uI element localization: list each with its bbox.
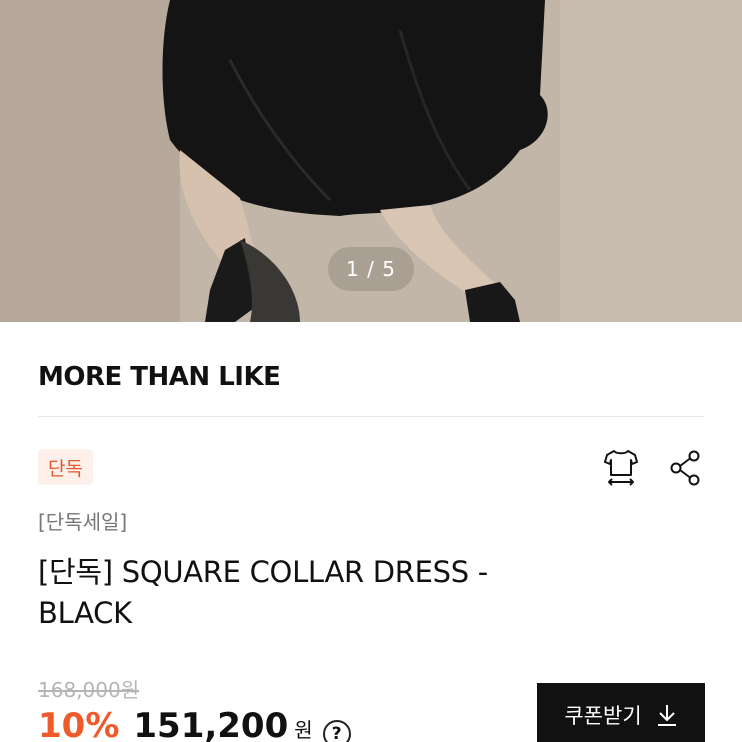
- product-subtitle: [단독세일]: [38, 510, 128, 534]
- sale-price-row: 10% 151,200 원 ?: [38, 706, 351, 742]
- share-icon[interactable]: [664, 446, 706, 490]
- currency-unit: 원: [294, 718, 313, 742]
- divider: [38, 416, 704, 417]
- download-icon: [657, 705, 676, 726]
- exclusive-badge: 단독: [38, 449, 93, 485]
- discount-rate: 10%: [38, 706, 120, 742]
- product-title: [단독] SQUARE COLLAR DRESS - BLACK: [38, 555, 488, 630]
- product-image-gallery[interactable]: 1 / 5: [0, 0, 742, 322]
- tshirt-size-icon[interactable]: [600, 446, 642, 490]
- original-price: 168,000원: [38, 678, 140, 702]
- coupon-button[interactable]: 쿠폰받기: [537, 683, 705, 742]
- image-counter: 1 / 5: [328, 247, 414, 291]
- sale-price: 151,200: [133, 706, 289, 742]
- price-help-icon[interactable]: ?: [322, 720, 351, 742]
- coupon-label: 쿠폰받기: [564, 704, 642, 728]
- brand-name[interactable]: MORE THAN LIKE: [38, 362, 281, 392]
